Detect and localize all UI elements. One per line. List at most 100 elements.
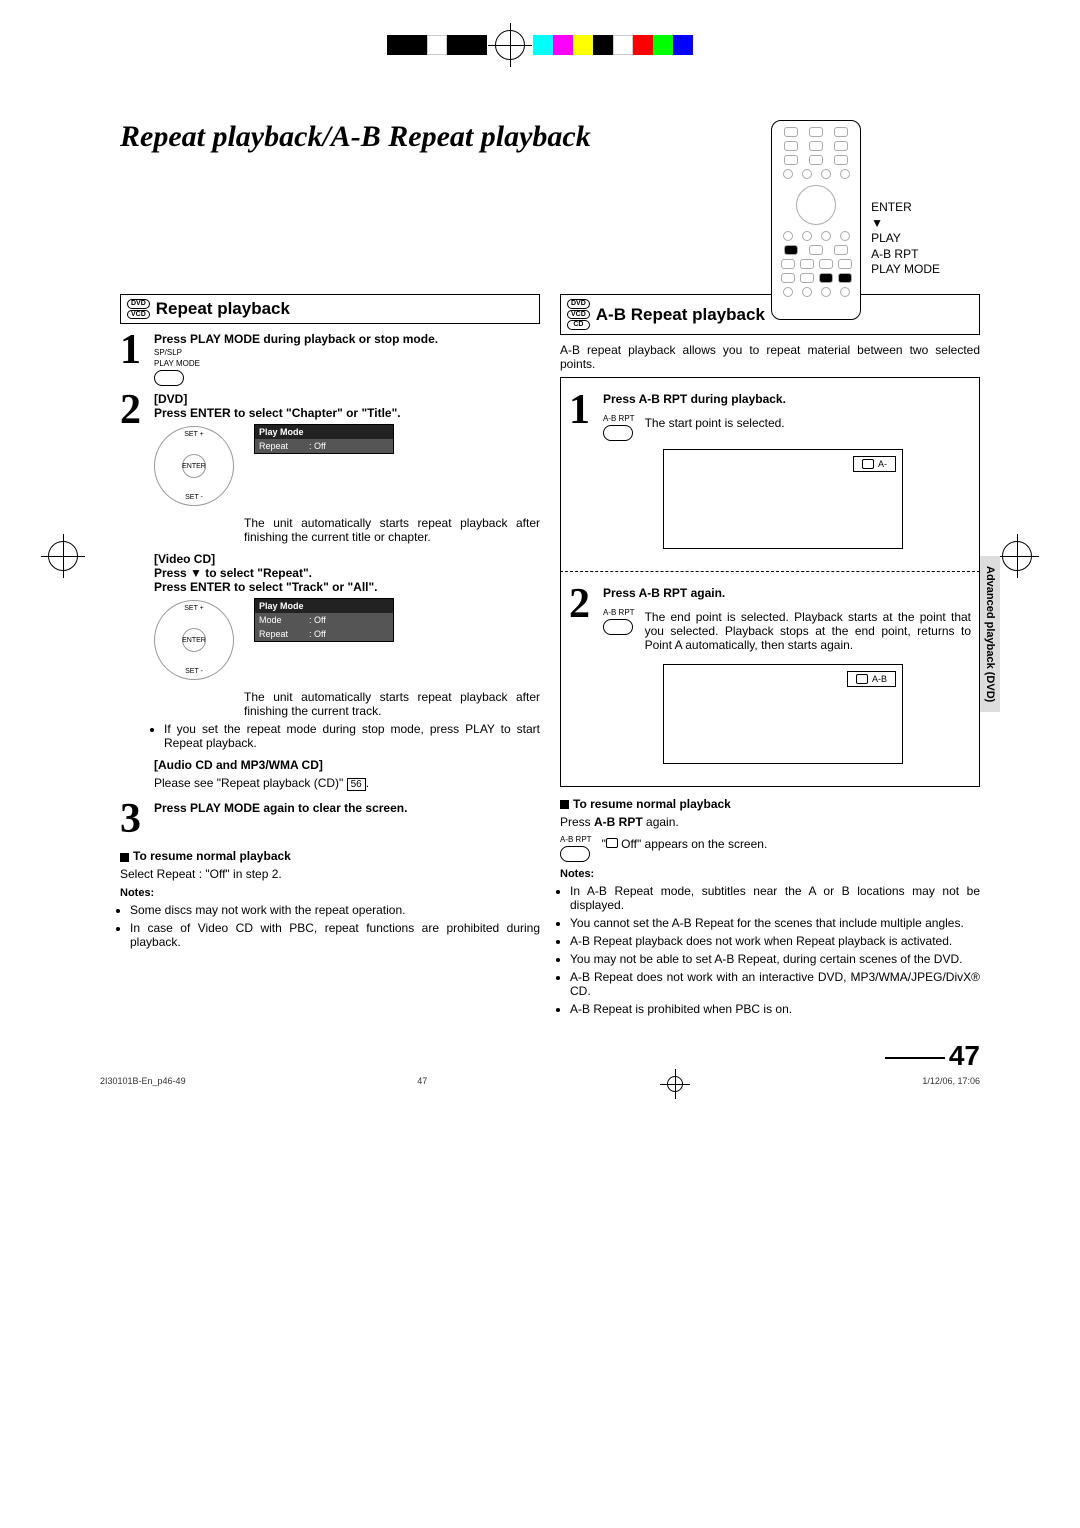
step-instruction: Press PLAY MODE during playback or stop … [154,332,540,346]
remote-label: A-B RPT [871,247,940,263]
step-2: 2 [DVD] Press ENTER to select "Chapter" … [120,392,540,795]
button-label: A-B RPT [603,414,635,423]
content-columns: DVD VCD Repeat playback 1 Press PLAY MOD… [120,294,980,1020]
note-bullet: A-B Repeat is prohibited when PBC is on. [570,1002,980,1016]
remote-label: ENTER [871,200,940,216]
osd-val: : Off [309,441,326,451]
dpad-diagram: ENTER SET + SET - [154,426,234,506]
remote-button-icon [154,370,184,386]
note-bullet: A-B Repeat does not work with an interac… [570,970,980,998]
footer-doc: 2I30101B-En_p46-49 [100,1076,186,1092]
dpad-label: SET + [184,431,204,438]
step-number: 2 [569,586,603,772]
section-heading-text: A-B Repeat playback [596,305,765,325]
disc-badge: VCD [127,310,150,320]
osd-title: Play Mode [255,599,393,613]
remote-diagram: ENTER ▼ PLAY A-B RPT PLAY MODE [771,120,940,320]
resume-screen-text: " Off" appears on the screen. [602,837,980,851]
step-instruction: Press ENTER to select "Chapter" or "Titl… [154,406,540,420]
tv-screen-diagram: A- [663,449,903,549]
remote-outline [771,120,861,320]
disc-badge: DVD [127,299,150,309]
remote-label: PLAY MODE [871,262,940,278]
step-instruction: Press ENTER to select "Track" or "All". [154,580,540,594]
button-label: A-B RPT [603,608,635,617]
step-result: The unit automatically starts repeat pla… [244,690,540,718]
section-heading-repeat: DVD VCD Repeat playback [120,294,540,324]
cross-mark-icon [667,1076,683,1092]
note-bullet: In case of Video CD with PBC, repeat fun… [130,921,540,949]
repeat-icon [856,674,868,684]
osd-val: : Off [309,615,326,625]
page-number: 47 [120,1040,980,1072]
enter-button-icon: ENTER [182,454,206,478]
manual-page: Repeat playback/A-B Repeat playback ENTE… [0,0,1080,1112]
cross-mark-icon [495,30,525,60]
step-instruction: Press PLAY MODE again to clear the scree… [154,801,540,815]
step-result: The start point is selected. [645,416,971,430]
note-bullet: You cannot set the A-B Repeat for the sc… [570,916,980,930]
note-bullet: A-B Repeat playback does not work when R… [570,934,980,948]
ab-step-1: 1 Press A-B RPT during playback. A-B RPT… [569,392,971,557]
intro-text: A-B repeat playback allows you to repeat… [560,343,980,371]
cd-bracket: [Audio CD and MP3/WMA CD] [154,758,323,772]
vcd-bracket: [Video CD] [154,552,215,566]
dpad-label: SET - [185,668,203,675]
resume-text: Select Repeat : "Off" in step 2. [120,867,540,881]
step-result: The end point is selected. Playback star… [645,610,971,652]
color-bars-right [533,35,693,55]
step-3: 3 Press PLAY MODE again to clear the scr… [120,801,540,839]
footer-date: 1/12/06, 17:06 [922,1076,980,1092]
button-label: A-B RPT [560,835,592,844]
registration-marks-top [387,30,693,60]
print-footer: 2I30101B-En_p46-49 47 1/12/06, 17:06 [100,1076,980,1092]
ab-step-2: 2 Press A-B RPT again. A-B RPT The end p… [569,586,971,772]
screen-indicator: A- [853,456,896,472]
osd-key: Repeat [259,441,309,451]
section-heading-text: Repeat playback [156,299,290,319]
note-bullet: If you set the repeat mode during stop m… [164,722,540,750]
remote-button-icon [603,425,633,441]
tv-screen-diagram: A-B [663,664,903,764]
remote-button-icon [603,619,633,635]
dvd-bracket: [DVD] [154,392,187,406]
square-bullet-icon [120,853,129,862]
dpad-label: SET - [185,494,203,501]
osd-playmode-vcd: Play Mode Mode: Off Repeat: Off [254,598,394,642]
step-number: 1 [120,332,154,386]
step-instruction: Press A-B RPT during playback. [603,392,971,406]
disc-badge: VCD [567,310,590,320]
step-number: 1 [569,392,603,557]
step-result: The unit automatically starts repeat pla… [244,516,540,544]
disc-badges: DVD VCD [127,299,150,319]
osd-title: Play Mode [255,425,393,439]
resume-text: Press A-B RPT again. [560,815,980,829]
remote-callouts: ENTER ▼ PLAY A-B RPT PLAY MODE [871,200,940,278]
remote-button-icon [560,846,590,862]
osd-playmode-dvd: Play Mode Repeat: Off [254,424,394,454]
disc-badges: DVD VCD CD [567,299,590,330]
button-label-bot: PLAY MODE [154,359,540,368]
remote-label: ▼ [871,216,940,232]
enter-button-icon: ENTER [182,628,206,652]
side-cross-mark-right [994,541,1040,571]
remote-label: PLAY [871,231,940,247]
section-side-tab: Advanced playback (DVD) [980,556,1000,712]
resume-heading: To resume normal playback [120,849,540,863]
dpad-label: SET + [184,605,204,612]
step-instruction: Press ▼ to select "Repeat". [154,566,540,580]
color-bars-left [387,35,487,55]
screen-indicator: A-B [847,671,896,687]
note-bullet: In A-B Repeat mode, subtitles near the A… [570,884,980,912]
note-bullet: You may not be able to set A-B Repeat, d… [570,952,980,966]
note-bullet: Some discs may not work with the repeat … [130,903,540,917]
cd-reference: Please see "Repeat playback (CD)" 56. [154,776,540,791]
footer-page: 47 [417,1076,427,1092]
repeat-icon [862,459,874,469]
disc-badge: DVD [567,299,590,309]
disc-badge: CD [567,320,590,330]
side-cross-mark-left [40,541,86,571]
resume-heading: To resume normal playback [560,797,980,811]
button-label-top: SP/SLP [154,348,540,357]
repeat-icon [606,838,618,848]
